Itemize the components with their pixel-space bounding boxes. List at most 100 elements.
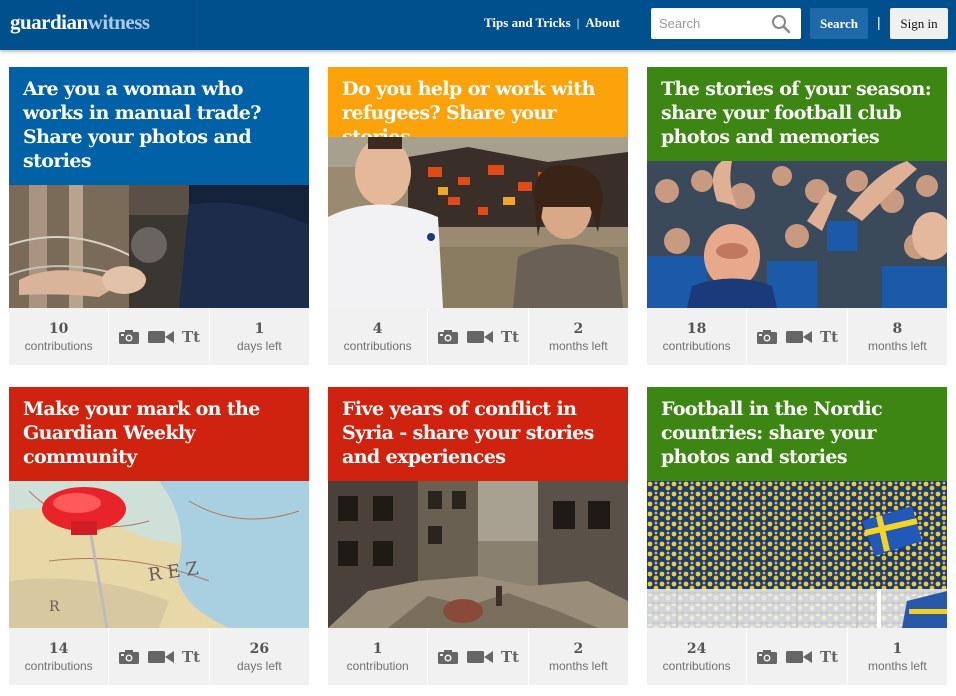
text-icon: Tt xyxy=(181,647,201,666)
time-left-label: days left xyxy=(236,338,282,353)
site-header: guardianwitness Tips and Tricks | About Se… xyxy=(0,0,956,50)
contributions-count: 1 xyxy=(372,640,383,657)
time-left-stat: 26 days left xyxy=(210,628,309,685)
nav-tips-and-tricks[interactable]: Tips and Tricks xyxy=(484,15,571,30)
time-left-count: 1 xyxy=(892,640,903,657)
callout-card-football-season[interactable]: The stories of your season: share your f… xyxy=(647,67,947,365)
contributions-count: 4 xyxy=(372,320,383,337)
contributions-stat: 24 contributions xyxy=(647,628,748,685)
contributions-stat: 4 contributions xyxy=(328,308,429,365)
contributions-stat: 1 contribution xyxy=(328,628,429,685)
map-pushpin-photo: R E Z R xyxy=(9,481,309,628)
media-types: Tt xyxy=(109,628,210,685)
text-icon: Tt xyxy=(500,327,520,346)
camera-icon xyxy=(756,329,777,344)
time-left-label: months left xyxy=(548,658,608,673)
callout-card-guardian-weekly[interactable]: Make your mark on the Guardian Weekly co… xyxy=(9,387,309,685)
card-stats: 24 contributions Tt 1 months left xyxy=(647,628,947,685)
destroyed-street-photo xyxy=(328,481,628,628)
contributions-label: contributions xyxy=(662,338,731,353)
camera-icon xyxy=(756,649,777,664)
time-left-stat: 2 months left xyxy=(529,628,628,685)
contributions-label: contribution xyxy=(346,658,409,673)
video-icon xyxy=(785,650,812,663)
card-title: The stories of your season: share your f… xyxy=(647,67,947,161)
time-left-label: months left xyxy=(548,338,608,353)
stadium-crowd-photo xyxy=(647,481,947,628)
contributions-label: contributions xyxy=(24,338,93,353)
video-icon xyxy=(466,330,493,343)
search-button[interactable]: Search xyxy=(810,8,868,39)
video-icon xyxy=(785,330,812,343)
callout-card-manual-trade[interactable]: Are you a woman who works in manual trad… xyxy=(9,67,309,365)
media-types: Tt xyxy=(428,308,529,365)
callout-card-refugees[interactable]: Do you help or work with refugees? Share… xyxy=(328,67,628,365)
time-left-count: 8 xyxy=(892,320,903,337)
contributions-count: 14 xyxy=(48,640,69,657)
nav-about[interactable]: About xyxy=(585,15,620,30)
media-types: Tt xyxy=(428,628,529,685)
video-icon xyxy=(466,650,493,663)
callout-card-nordic-football[interactable]: Football in the Nordic countries: share … xyxy=(647,387,947,685)
search-input[interactable] xyxy=(651,8,785,39)
top-nav: Tips and Tricks | About xyxy=(484,15,620,31)
time-left-label: months left xyxy=(867,658,927,673)
nav-separator: | xyxy=(576,15,580,30)
video-icon xyxy=(147,330,174,343)
card-title: Make your mark on the Guardian Weekly co… xyxy=(9,387,309,481)
card-title: Are you a woman who works in manual trad… xyxy=(9,67,309,185)
camera-icon xyxy=(437,329,458,344)
header-separator: | xyxy=(877,14,881,30)
search-icon[interactable] xyxy=(771,14,791,34)
contributions-label: contributions xyxy=(24,658,93,673)
worker-with-machinery-photo xyxy=(9,185,309,308)
media-types: Tt xyxy=(109,308,210,365)
media-types: Tt xyxy=(747,308,848,365)
time-left-count: 2 xyxy=(573,640,584,657)
card-stats: 10 contributions Tt 1 days left xyxy=(9,308,309,365)
camera-icon xyxy=(118,649,139,664)
sign-in-button[interactable]: Sign in xyxy=(890,8,948,39)
time-left-stat: 2 months left xyxy=(529,308,628,365)
site-logo[interactable]: guardianwitness xyxy=(10,10,150,35)
contributions-count: 10 xyxy=(48,320,69,337)
contributions-stat: 18 contributions xyxy=(647,308,748,365)
video-icon xyxy=(147,650,174,663)
time-left-count: 26 xyxy=(249,640,270,657)
svg-text:R: R xyxy=(49,599,60,615)
card-stats: 4 contributions Tt 2 months left xyxy=(328,308,628,365)
camera-icon xyxy=(437,649,458,664)
logo-witness: witness xyxy=(87,10,150,34)
contributions-label: contributions xyxy=(662,658,731,673)
text-icon: Tt xyxy=(181,327,201,346)
text-icon: Tt xyxy=(500,647,520,666)
callout-card-syria-conflict[interactable]: Five years of conflict in Syria - share … xyxy=(328,387,628,685)
time-left-stat: 8 months left xyxy=(848,308,947,365)
time-left-stat: 1 days left xyxy=(210,308,309,365)
card-stats: 18 contributions Tt 8 months left xyxy=(647,308,947,365)
cheering-fans-photo xyxy=(647,161,947,308)
card-title: Five years of conflict in Syria - share … xyxy=(328,387,628,481)
time-left-label: days left xyxy=(236,658,282,673)
time-left-count: 1 xyxy=(254,320,265,337)
card-title: Do you help or work with refugees? Share… xyxy=(328,67,628,148)
search-box xyxy=(651,8,801,39)
text-icon: Tt xyxy=(819,327,839,346)
text-icon: Tt xyxy=(819,647,839,666)
volunteers-lifejackets-photo xyxy=(328,137,628,308)
time-left-label: months left xyxy=(867,338,927,353)
contributions-stat: 14 contributions xyxy=(9,628,110,685)
camera-icon xyxy=(118,329,139,344)
contributions-stat: 10 contributions xyxy=(9,308,110,365)
card-stats: 14 contributions Tt 26 days left xyxy=(9,628,309,685)
card-stats: 1 contribution Tt 2 months left xyxy=(328,628,628,685)
contributions-count: 18 xyxy=(686,320,707,337)
contributions-count: 24 xyxy=(686,640,707,657)
time-left-count: 2 xyxy=(573,320,584,337)
time-left-stat: 1 months left xyxy=(848,628,947,685)
contributions-label: contributions xyxy=(343,338,412,353)
card-title: Football in the Nordic countries: share … xyxy=(647,387,947,481)
media-types: Tt xyxy=(747,628,848,685)
logo-guardian: guardian xyxy=(10,10,88,34)
logo-divider xyxy=(193,0,194,50)
